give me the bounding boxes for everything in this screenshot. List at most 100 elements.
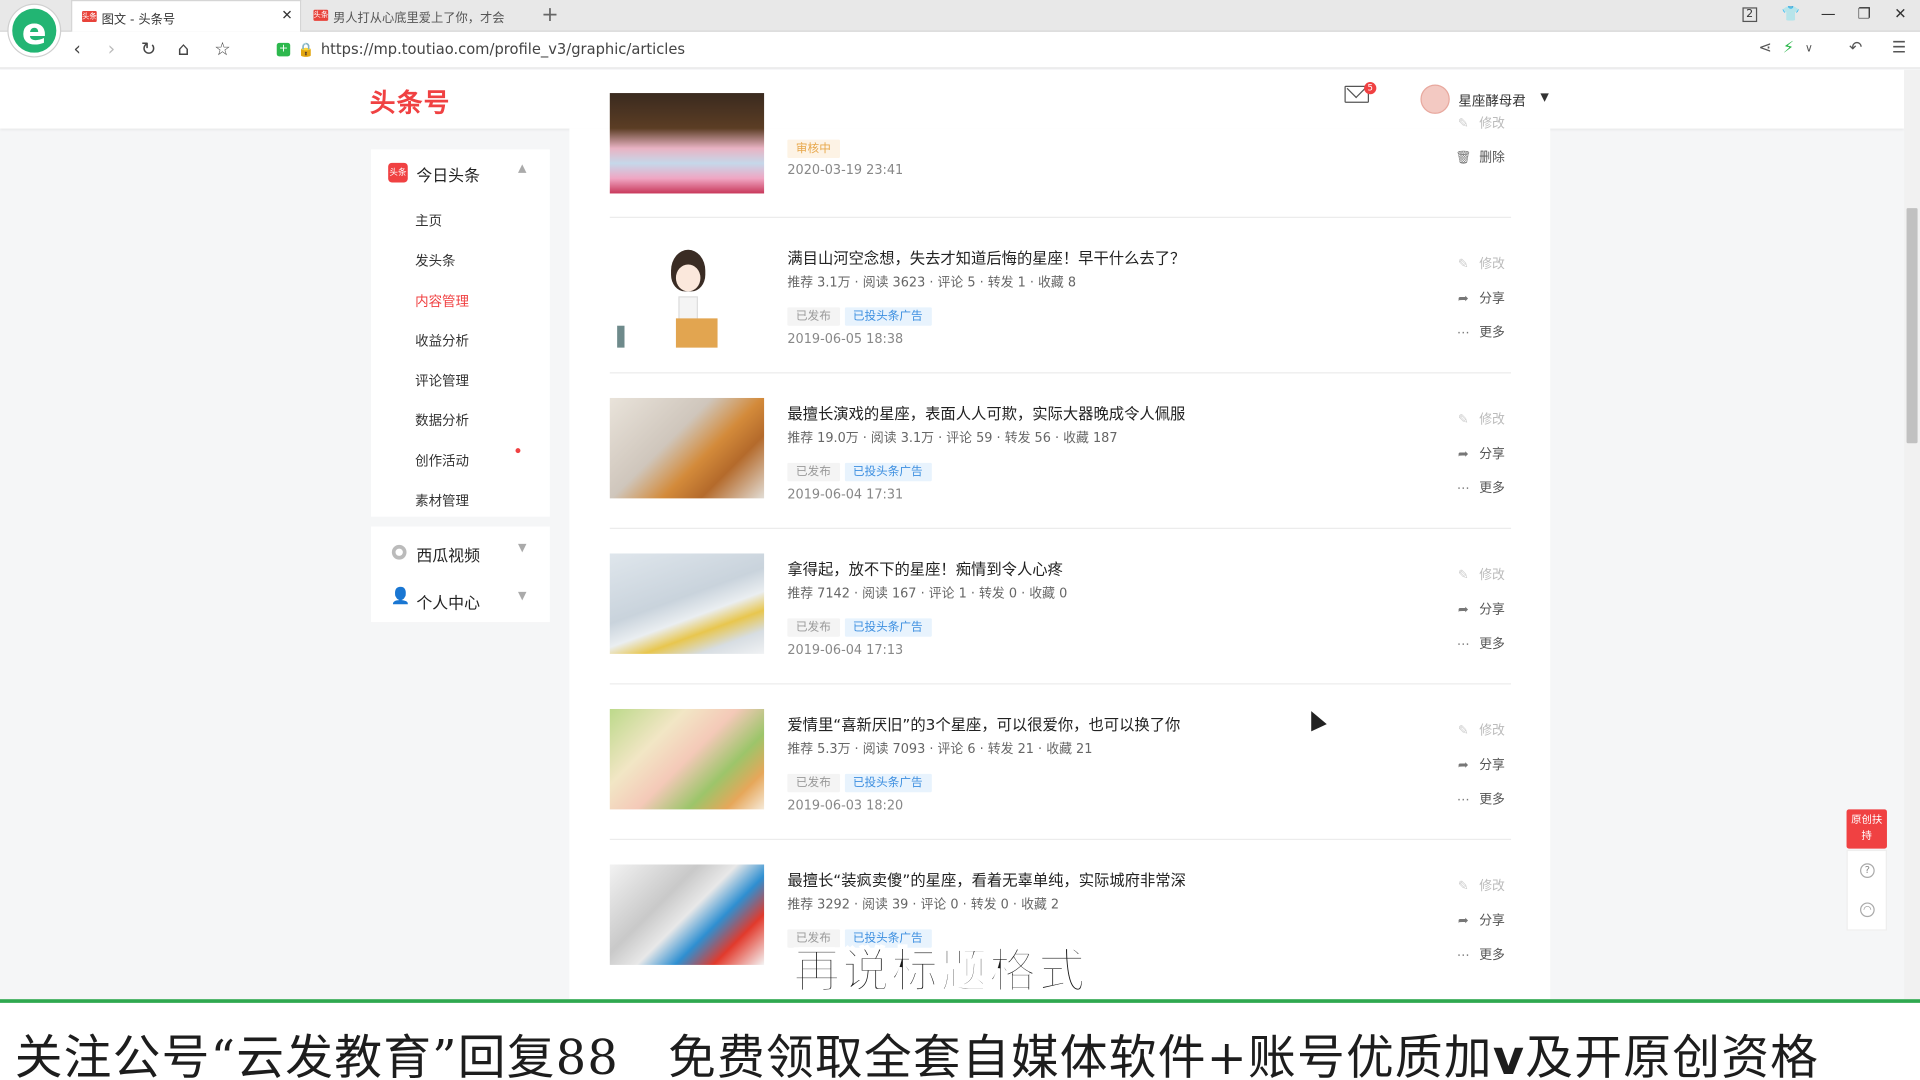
- list-item: 拿得起，放不下的星座！痴情到令人心疼 推荐 7142 · 阅读 167 · 评论…: [609, 529, 1512, 685]
- caret-down-icon[interactable]: ▼: [1540, 92, 1548, 104]
- status-tags: 已发布 已投头条广告: [787, 457, 936, 482]
- lock-icon: 🔒: [297, 41, 315, 58]
- share-button[interactable]: ➦ 分享: [1455, 289, 1505, 307]
- edit-button[interactable]: ✎ 修改: [1455, 114, 1505, 132]
- share-button[interactable]: ➦ 分享: [1455, 444, 1505, 462]
- edit-button[interactable]: ✎ 修改: [1455, 877, 1505, 895]
- share-button[interactable]: ➦ 分享: [1455, 911, 1505, 929]
- chevron-up-icon: ▲: [517, 162, 527, 176]
- article-title[interactable]: 满目山河空念想，失去才知道后悔的星座！早干什么去了？: [787, 245, 1185, 268]
- trash-icon: 🗑: [1455, 150, 1472, 166]
- lightning-icon[interactable]: ⚡: [1783, 39, 1794, 57]
- pencil-icon: ✎: [1457, 723, 1469, 739]
- article-stats: 推荐 3292 · 阅读 39 · 评论 0 · 转发 0 · 收藏 2: [787, 897, 1060, 913]
- more-button[interactable]: ⋯ 更多: [1455, 945, 1505, 963]
- sidebar-item-activities[interactable]: 创作活动: [415, 448, 521, 471]
- article-stats: 推荐 7142 · 阅读 167 · 评论 1 · 转发 0 · 收藏 0: [787, 586, 1068, 602]
- close-window-icon[interactable]: ✕: [1894, 5, 1906, 22]
- share-icon[interactable]: ⋖: [1758, 39, 1771, 57]
- status-tags: 已发布 已投头条广告: [787, 768, 936, 793]
- share-arrow-icon: ➦: [1457, 446, 1469, 462]
- share-button[interactable]: ➦ 分享: [1455, 600, 1505, 618]
- article-thumbnail[interactable]: [609, 397, 765, 499]
- tab-label: 男人打从心底里爱上了你，才会: [333, 12, 505, 26]
- article-title[interactable]: 最擅长“装疯卖傻”的星座，看着无辜单纯，实际城府非常深: [787, 867, 1186, 890]
- sidebar-item-content[interactable]: 内容管理: [415, 291, 469, 311]
- toutiao-logo[interactable]: 头条号: [370, 83, 451, 120]
- more-dots-icon: ⋯: [1456, 481, 1470, 496]
- status-badge: 已发布: [787, 462, 840, 482]
- shirt-skin-icon[interactable]: 👕: [1782, 5, 1800, 22]
- chevron-down-icon: ▼: [517, 590, 527, 603]
- ad-badge: 已投头条广告: [844, 618, 932, 637]
- article-stats: 推荐 19.0万 · 阅读 3.1万 · 评论 59 · 转发 56 · 收藏 …: [787, 431, 1118, 446]
- close-tab-icon[interactable]: ✕: [281, 7, 292, 23]
- more-button[interactable]: ⋯ 更多: [1455, 634, 1505, 652]
- more-dots-icon: ⋯: [1456, 636, 1470, 652]
- sidebar: 头条 今日头条 ▲ 主页 发头条 内容管理 收益分析 评论管理 数据分析 创作活…: [371, 149, 550, 517]
- pencil-icon: ✎: [1457, 568, 1469, 583]
- edit-button[interactable]: ✎ 修改: [1455, 721, 1505, 739]
- article-date: 2019-06-04 17:31: [787, 487, 904, 503]
- tab-counter[interactable]: 2: [1742, 7, 1757, 23]
- sidebar-section-toutiao[interactable]: 头条 今日头条 ▲: [371, 149, 550, 186]
- address-bar[interactable]: https://mp.toutiao.com/profile_v3/graphi…: [321, 40, 685, 57]
- tab-toutiao-articles[interactable]: 头条 图文 - 头条号 ✕: [71, 0, 302, 32]
- menu-icon[interactable]: ☰: [1892, 39, 1906, 57]
- ad-badge: 已投头条广告: [844, 773, 932, 793]
- promo-banner: 关注公号“云发教育”回复88 免费领取全套自媒体软件+账号优质加v及开原创资格: [0, 999, 1920, 1080]
- sidebar-section-xigua[interactable]: 西瓜视频 ▼: [371, 529, 550, 566]
- restore-icon[interactable]: ❐: [1858, 5, 1871, 22]
- tab-article-page[interactable]: 头条 男人打从心底里爱上了你，才会: [304, 0, 534, 32]
- article-thumbnail[interactable]: [609, 93, 765, 194]
- edit-button[interactable]: ✎ 修改: [1455, 410, 1505, 428]
- chevron-down-icon[interactable]: ∨: [1805, 43, 1813, 55]
- article-thumbnail[interactable]: [609, 553, 765, 654]
- sidebar-section-personal[interactable]: 👤 个人中心 ▼: [371, 577, 550, 614]
- original-support-button[interactable]: 原创扶持: [1846, 809, 1887, 849]
- article-thumbnail[interactable]: [609, 864, 765, 965]
- person-icon: 👤: [390, 587, 411, 607]
- status-tags: 已发布 已投头条广告: [787, 301, 936, 326]
- edit-button[interactable]: ✎ 修改: [1455, 255, 1505, 273]
- more-button[interactable]: ⋯ 更多: [1455, 323, 1505, 341]
- sidebar-item-home[interactable]: 主页: [415, 211, 442, 231]
- undo-icon[interactable]: ↶: [1849, 39, 1862, 57]
- article-title[interactable]: 最擅长演戏的星座，表面人人可欺，实际大器晚成令人佩服: [787, 400, 1185, 423]
- edit-button[interactable]: ✎ 修改: [1455, 566, 1505, 584]
- scrollbar-thumb[interactable]: [1906, 208, 1918, 444]
- sidebar-item-revenue[interactable]: 收益分析: [415, 331, 469, 351]
- pencil-icon: ✎: [1457, 257, 1469, 272]
- headset-icon[interactable]: ◠: [1860, 902, 1875, 918]
- more-button[interactable]: ⋯ 更多: [1455, 790, 1505, 808]
- chevron-down-icon: ▼: [517, 542, 527, 555]
- new-tab-button[interactable]: +: [541, 2, 558, 26]
- delete-button[interactable]: 🗑 删除: [1455, 148, 1505, 166]
- share-arrow-icon: ➦: [1457, 291, 1469, 307]
- ad-badge: 已投头条广告: [844, 307, 932, 326]
- back-icon[interactable]: ‹: [73, 38, 80, 60]
- minimize-icon[interactable]: —: [1821, 5, 1836, 22]
- article-list: 审核中 2020-03-19 23:41 ✎ 修改 🗑 删除 满目山河空念想，失去才…: [569, 93, 1551, 1011]
- sidebar-item-materials[interactable]: 素材管理: [415, 491, 469, 511]
- article-title[interactable]: 拿得起，放不下的星座！痴情到令人心疼: [787, 556, 1063, 579]
- xigua-icon: [391, 544, 407, 560]
- ad-badge: 已投头条广告: [844, 462, 932, 482]
- article-thumbnail[interactable]: [609, 708, 765, 810]
- more-dots-icon: ⋯: [1456, 792, 1470, 807]
- sidebar-item-publish[interactable]: 发头条: [415, 251, 455, 271]
- toutiao-favicon-icon: 头条: [313, 9, 329, 21]
- sidebar-item-data[interactable]: 数据分析: [415, 410, 469, 430]
- article-thumbnail[interactable]: [609, 247, 765, 348]
- forward-icon[interactable]: ›: [108, 38, 115, 60]
- toutiao-favicon-icon: 头条: [82, 11, 97, 23]
- more-button[interactable]: ⋯ 更多: [1455, 479, 1505, 497]
- help-icon[interactable]: ?: [1860, 863, 1875, 878]
- share-button[interactable]: ➦ 分享: [1455, 756, 1505, 774]
- home-icon[interactable]: ⌂: [178, 38, 190, 60]
- sidebar-item-comments[interactable]: 评论管理: [415, 371, 469, 391]
- reload-icon[interactable]: ↻: [141, 38, 156, 60]
- article-title[interactable]: 爱情里“喜新厌旧”的3个星座，可以很爱你，也可以换了你: [787, 711, 1180, 734]
- status-badge: 已发布: [787, 618, 840, 637]
- favorite-star-icon[interactable]: ☆: [214, 38, 230, 60]
